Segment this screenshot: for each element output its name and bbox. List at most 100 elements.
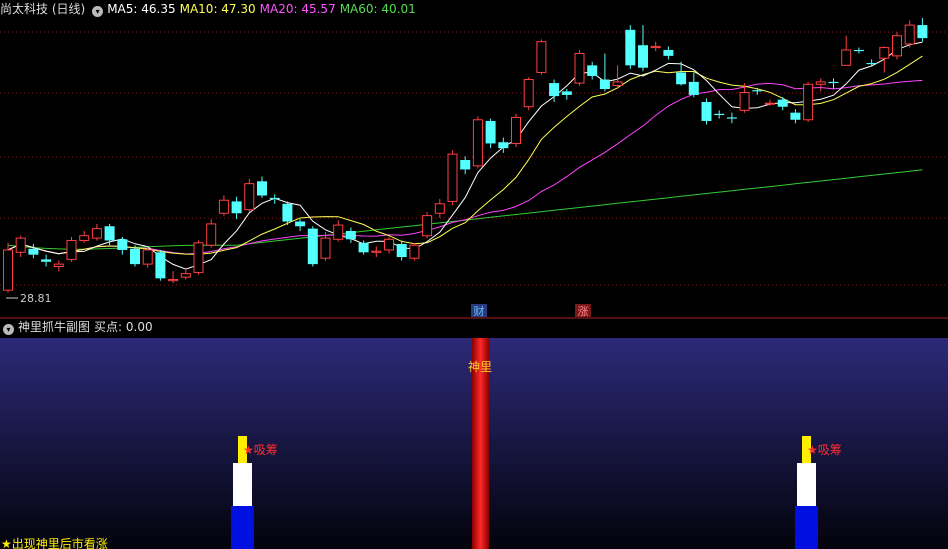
candle <box>574 49 585 86</box>
candle <box>15 235 26 258</box>
candle-body <box>460 160 471 170</box>
candle-body <box>15 237 26 253</box>
candle-body <box>688 81 699 95</box>
candle <box>79 231 90 243</box>
event-marker: 涨 <box>575 304 591 318</box>
candle-body <box>625 29 636 66</box>
candle <box>917 18 928 42</box>
candle-body <box>574 53 585 84</box>
candle <box>752 87 763 95</box>
candle-body <box>638 45 648 68</box>
candle-body <box>879 47 890 59</box>
candle-body <box>269 197 280 200</box>
footer-note: ★出现神里后市看涨 <box>1 536 108 549</box>
candle <box>904 20 915 48</box>
candle-body <box>803 83 814 121</box>
sub-title: 神里抓牛副图 <box>18 320 91 334</box>
candle-body <box>676 72 687 85</box>
candle-body <box>155 252 166 279</box>
candle <box>472 116 483 169</box>
candle-body <box>41 259 52 262</box>
candle-body <box>345 231 356 240</box>
candle-body <box>726 117 737 119</box>
candle <box>409 242 420 261</box>
candle <box>269 194 280 204</box>
candle-body <box>815 81 826 85</box>
candle-body <box>549 83 560 97</box>
candle-body <box>384 238 394 251</box>
candle-body <box>104 226 115 241</box>
event-marker-label: 财 <box>474 304 485 318</box>
candle-body <box>53 263 64 267</box>
candle-body <box>904 24 915 45</box>
candle <box>650 41 661 52</box>
candle-body <box>511 116 521 144</box>
candle <box>803 81 814 123</box>
candle <box>828 78 839 89</box>
candle-body <box>422 215 433 237</box>
candle <box>511 113 521 147</box>
candle <box>117 236 128 255</box>
collapse-icon[interactable]: ▾ <box>3 324 14 335</box>
candle <box>422 212 433 239</box>
candle-body <box>66 239 77 260</box>
candle-body <box>244 183 255 211</box>
candle-body <box>142 249 153 265</box>
candle <box>879 46 890 73</box>
buy-label: 买点: 0.00 <box>94 320 153 334</box>
candle-body <box>358 242 369 253</box>
candle-body <box>739 92 750 111</box>
candle-body <box>447 153 458 202</box>
candle-body <box>587 65 598 76</box>
candle-body <box>892 35 902 57</box>
candle-body <box>333 224 344 240</box>
candle-body <box>130 248 140 265</box>
candle <box>815 78 826 92</box>
candle <box>231 196 242 220</box>
candle <box>587 61 598 80</box>
candle-body <box>536 41 547 73</box>
candle <box>485 118 496 149</box>
candle <box>460 156 471 175</box>
candle-body <box>917 25 928 39</box>
ma60-line <box>7 169 923 250</box>
candle-body <box>218 199 229 214</box>
candle-body <box>853 49 864 52</box>
candle-body <box>790 112 801 120</box>
candle <box>396 240 407 261</box>
candle <box>384 236 394 254</box>
candle <box>218 195 229 216</box>
candle-body <box>663 49 674 56</box>
candle-body <box>396 244 407 258</box>
candle <box>142 247 153 268</box>
xichou-label-1: ★吸筹 <box>243 443 278 457</box>
candle <box>434 199 445 218</box>
event-marker-label: 涨 <box>578 305 589 318</box>
candle <box>765 99 775 106</box>
candle <box>295 219 306 231</box>
candlestick-chart[interactable]: 28.81 财 涨 <box>0 0 948 320</box>
candle-body <box>371 250 382 253</box>
candle-body <box>91 228 102 239</box>
candle-body <box>701 102 712 121</box>
xichou-blue-bar <box>795 506 818 549</box>
xichou-yellow-bar <box>238 436 247 464</box>
candle <box>3 242 13 293</box>
candle <box>282 201 293 226</box>
candle <box>257 176 267 198</box>
candle-body <box>409 244 420 259</box>
candle-body <box>28 248 39 255</box>
candle-body <box>714 113 725 116</box>
candle <box>599 53 610 92</box>
xichou-white-bar <box>233 463 252 507</box>
candle-body <box>752 90 763 92</box>
candle <box>41 254 52 267</box>
candle-body <box>193 242 204 273</box>
candle <box>180 267 191 280</box>
xichou-yellow-bar <box>802 436 811 464</box>
candle-body <box>180 273 191 278</box>
shenli-bar <box>472 338 489 549</box>
candle <box>91 223 102 241</box>
candle-body <box>117 239 128 250</box>
candle-body <box>866 62 877 65</box>
